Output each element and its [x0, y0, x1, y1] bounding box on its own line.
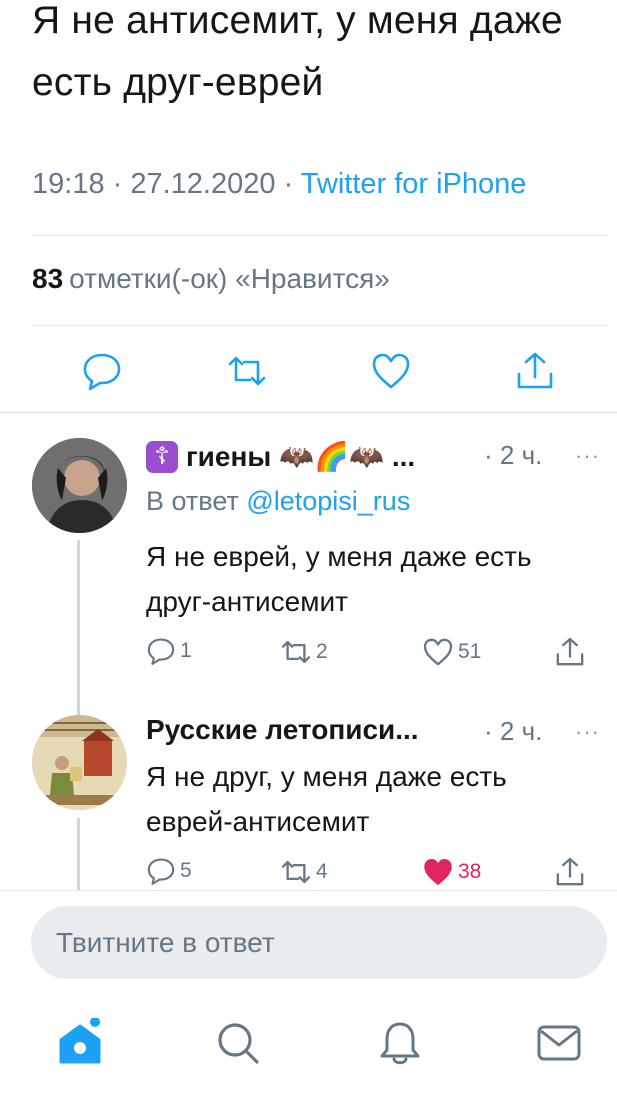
- avatar-miniature-painting: [32, 715, 127, 810]
- divider: [32, 325, 607, 326]
- avatar[interactable]: [32, 715, 127, 810]
- tweet-time: 19:18: [32, 168, 105, 200]
- liked-heart-icon: [424, 859, 452, 885]
- retweet-icon[interactable]: [226, 350, 268, 392]
- reply-count: 5: [180, 859, 192, 882]
- reply-count: 1: [180, 639, 192, 662]
- thread-line: [77, 540, 80, 705]
- like-count: 38: [458, 860, 482, 883]
- share-icon: [556, 637, 584, 666]
- reply-button[interactable]: 1: [146, 636, 192, 666]
- reply-author-name[interactable]: Русские летописи...: [146, 714, 419, 746]
- tweet-date: 27.12.2020: [130, 168, 276, 200]
- retweet-button[interactable]: 2: [280, 636, 328, 668]
- likes-count: 83: [32, 263, 64, 294]
- like-icon: [423, 638, 453, 666]
- thread-line: [77, 700, 80, 715]
- reply-to-line: В ответ @letopisi_rus: [146, 486, 410, 517]
- retweet-button[interactable]: 4: [280, 856, 328, 888]
- reply-text: Я не еврей, у меня даже есть друг-антисе…: [146, 541, 532, 617]
- like-count: 51: [458, 640, 482, 663]
- like-icon[interactable]: [370, 350, 412, 392]
- thread-line: [77, 818, 80, 890]
- orthodox-cross-icon: ☦: [146, 440, 178, 473]
- home-icon[interactable]: [55, 1018, 105, 1068]
- divider: [32, 235, 607, 236]
- reply-button[interactable]: 5: [146, 856, 192, 886]
- retweet-count: 4: [316, 860, 328, 883]
- reply-author-name[interactable]: гиены: [186, 441, 271, 473]
- retweet-icon: [281, 640, 311, 664]
- avatar[interactable]: [32, 438, 127, 533]
- reply-time: · 2 ч.: [484, 440, 543, 470]
- like-button[interactable]: 38: [422, 856, 481, 888]
- reply-icon: [147, 638, 175, 665]
- compose-separator: [0, 890, 617, 891]
- share-icon[interactable]: [514, 350, 556, 392]
- reply-actions: 1 2 51: [146, 636, 596, 676]
- reply-to-prefix: В ответ: [146, 486, 239, 516]
- like-button[interactable]: 51: [422, 636, 481, 668]
- share-button[interactable]: [554, 636, 586, 668]
- more-icon[interactable]: ···: [575, 719, 600, 745]
- reply-text: Я не друг, у меня даже есть еврей-антисе…: [146, 761, 507, 837]
- compose-placeholder: Твитните в ответ: [56, 927, 275, 958]
- tweet-meta: 19:18 · 27.12.2020 · Twitter for iPhone: [32, 168, 527, 200]
- share-button[interactable]: [554, 856, 586, 888]
- search-icon[interactable]: [213, 1018, 263, 1068]
- likes-summary[interactable]: 83 отметки(-ок) «Нравится»: [32, 263, 390, 295]
- retweet-icon: [281, 860, 311, 884]
- share-icon: [556, 857, 584, 886]
- more-icon[interactable]: ···: [575, 443, 600, 469]
- tweet-source-link[interactable]: Twitter for iPhone: [301, 168, 527, 200]
- reply-icon: [147, 858, 175, 885]
- reply-time: · 2 ч.: [484, 716, 543, 746]
- avatar-photo: [32, 438, 127, 533]
- reply-actions: 5 4 38: [146, 856, 596, 890]
- likes-label: отметки(-ок) «Нравится»: [69, 263, 390, 294]
- notifications-icon[interactable]: [375, 1018, 425, 1068]
- retweet-count: 2: [316, 640, 328, 663]
- reply-icon[interactable]: [81, 350, 123, 392]
- reply-header: ☦ гиены 🦇🌈🦇 ...: [146, 440, 415, 473]
- bat-rainbow-emoji-icon: 🦇🌈🦇: [279, 441, 384, 472]
- reply-to-handle[interactable]: @letopisi_rus: [246, 486, 410, 516]
- name-ellipsis: ...: [391, 440, 416, 472]
- messages-icon[interactable]: [534, 1018, 584, 1068]
- tweet-actions: [0, 350, 617, 400]
- tweet-text: Я не антисемит, у меня даже есть друг-ев…: [32, 0, 563, 104]
- section-separator: [0, 412, 617, 413]
